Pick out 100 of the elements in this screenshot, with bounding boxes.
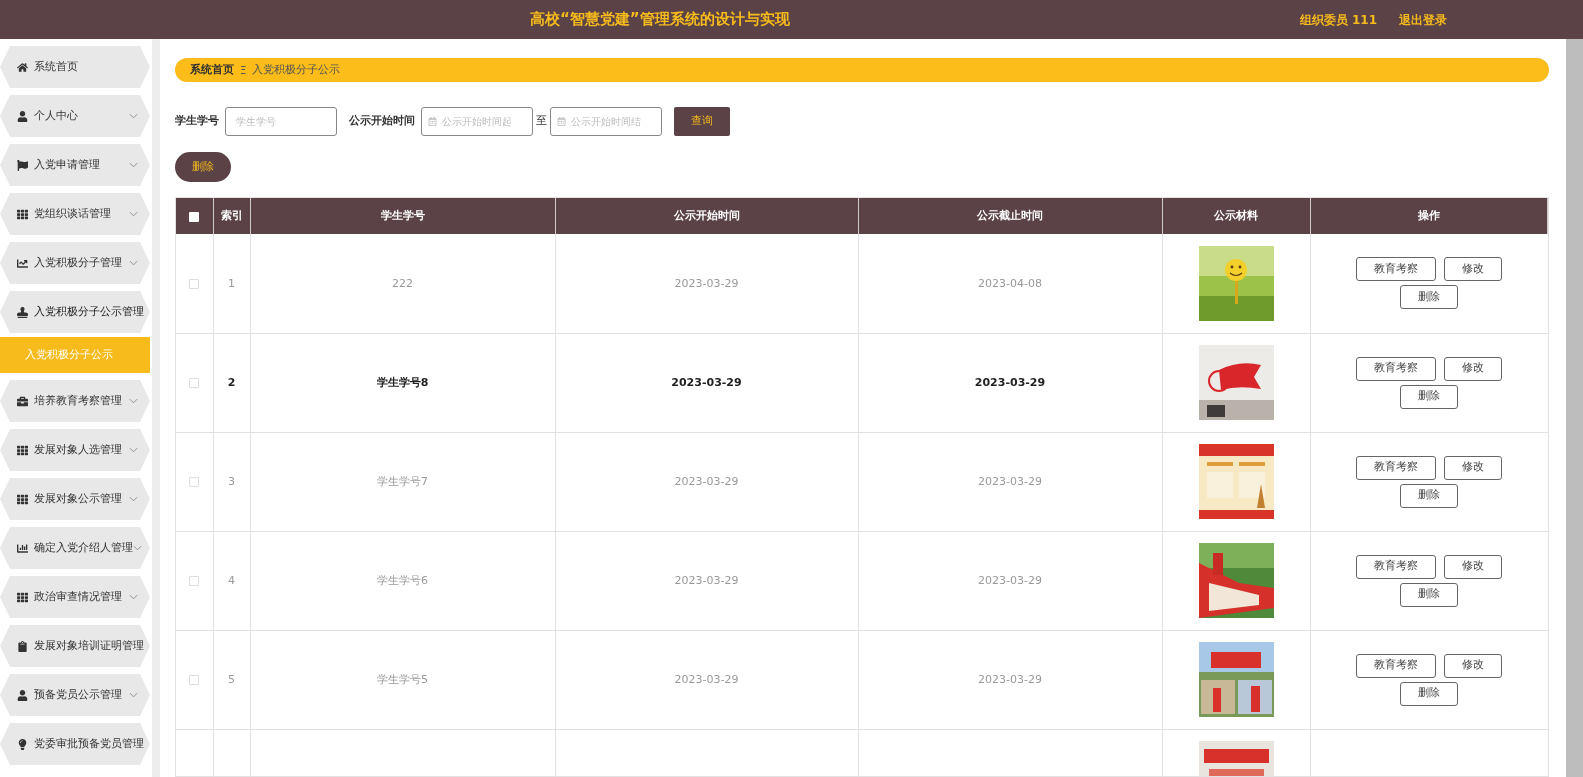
row-checkbox[interactable] bbox=[189, 278, 200, 289]
action-button[interactable]: 删除 bbox=[1400, 384, 1458, 409]
select-all-checkbox[interactable] bbox=[189, 211, 200, 222]
action-button[interactable]: 教育考察 bbox=[1356, 356, 1436, 381]
clipboard-icon bbox=[17, 640, 28, 652]
sidebar-item[interactable]: 系统首页 bbox=[0, 46, 150, 88]
flag-icon bbox=[17, 159, 28, 171]
sidebar-item[interactable]: 入党积极分子公示管理 bbox=[0, 291, 150, 333]
chevron-icon bbox=[129, 594, 138, 600]
action-button[interactable]: 修改 bbox=[1444, 356, 1502, 381]
action-button[interactable]: 教育考察 bbox=[1356, 554, 1436, 579]
start-date-cell: 2023-03-29 bbox=[671, 376, 742, 390]
logout-link[interactable]: 退出登录 bbox=[1399, 10, 1447, 29]
user-icon bbox=[17, 110, 28, 122]
grid-icon bbox=[17, 208, 28, 220]
sidebar-item[interactable]: 发展对象培训证明管理 bbox=[0, 625, 150, 667]
end-date-cell: 2023-04-08 bbox=[978, 277, 1042, 290]
action-button[interactable]: 教育考察 bbox=[1356, 455, 1436, 480]
end-date-cell: 2023-03-29 bbox=[978, 673, 1042, 687]
column-header: 公示截止时间 bbox=[858, 198, 1162, 234]
sidebar-item[interactable]: 党委审批预备党员管理 bbox=[0, 723, 150, 765]
sidebar-item[interactable]: 党组织谈话管理 bbox=[0, 193, 150, 235]
index-cell: 1 bbox=[228, 277, 235, 290]
line-chart-icon bbox=[17, 257, 28, 269]
index-cell: 2 bbox=[227, 376, 236, 390]
index-cell: 3 bbox=[228, 475, 235, 489]
calendar-icon bbox=[428, 116, 437, 126]
column-header: 公示材料 bbox=[1162, 198, 1310, 234]
delete-button[interactable]: 删除 bbox=[175, 152, 231, 182]
range-separator: 至 bbox=[536, 112, 547, 129]
student-id-cell: 学生学号6 bbox=[377, 574, 428, 588]
chevron-icon bbox=[129, 162, 138, 168]
action-button[interactable]: 修改 bbox=[1444, 653, 1502, 678]
start-date-cell: 2023-03-29 bbox=[674, 574, 739, 588]
scrollbar[interactable] bbox=[1566, 39, 1583, 777]
end-date-cell: 2023-03-29 bbox=[974, 376, 1046, 390]
row-checkbox[interactable] bbox=[189, 378, 200, 388]
breadcrumb-current: 入党积极分子公示 bbox=[252, 61, 341, 78]
stamp-icon bbox=[17, 306, 28, 318]
row-checkbox[interactable] bbox=[189, 675, 200, 685]
start-date-cell: 2023-03-29 bbox=[674, 277, 739, 290]
column-header: 操作 bbox=[1310, 198, 1548, 234]
action-button[interactable]: 删除 bbox=[1400, 483, 1458, 508]
end-date-field[interactable]: 公示开始时间结 bbox=[550, 106, 662, 136]
action-button[interactable]: 删除 bbox=[1400, 681, 1458, 706]
grid-icon bbox=[17, 444, 28, 456]
action-button[interactable]: 修改 bbox=[1444, 554, 1502, 579]
row-checkbox[interactable] bbox=[189, 477, 200, 487]
student-id-cell: 学生学号7 bbox=[377, 475, 428, 489]
sidebar-item[interactable]: 入党申请管理 bbox=[0, 144, 150, 186]
chevron-icon bbox=[129, 260, 138, 266]
chevron-icon bbox=[129, 692, 138, 698]
chevron-icon bbox=[129, 211, 138, 217]
sidebar-item[interactable]: 政治审查情况管理 bbox=[0, 576, 150, 618]
action-button[interactable]: 修改 bbox=[1444, 257, 1502, 282]
sidebar-item[interactable]: 发展对象公示管理 bbox=[0, 478, 150, 520]
field-label: 学生学号 bbox=[175, 112, 219, 129]
sidebar-item[interactable]: 确定入党介绍人管理 bbox=[0, 527, 150, 569]
action-button[interactable]: 教育考察 bbox=[1356, 257, 1436, 282]
action-button[interactable]: 修改 bbox=[1444, 455, 1502, 480]
column-header: 索引 bbox=[213, 198, 250, 234]
chevron-icon bbox=[129, 496, 138, 502]
student-id-cell: 222 bbox=[392, 277, 413, 290]
briefcase-icon bbox=[17, 395, 28, 407]
action-button[interactable]: 删除 bbox=[1400, 285, 1458, 310]
index-cell: 5 bbox=[228, 673, 235, 687]
app-title: 高校“智慧党建”管理系统的设计与实现 bbox=[530, 9, 790, 31]
start-date-field[interactable]: 公示开始时间起 bbox=[421, 106, 533, 136]
start-date-cell: 2023-03-29 bbox=[674, 475, 739, 489]
query-button[interactable]: 查询 bbox=[674, 106, 730, 136]
calendar-icon bbox=[557, 116, 566, 126]
user-icon bbox=[17, 689, 28, 701]
chevron-icon bbox=[133, 545, 142, 551]
action-button[interactable]: 删除 bbox=[1400, 582, 1458, 607]
student-id-cell: 学生学号8 bbox=[376, 376, 429, 390]
bar-chart-icon bbox=[17, 542, 28, 554]
end-date-cell: 2023-03-29 bbox=[978, 574, 1042, 588]
chevron-icon bbox=[129, 113, 138, 119]
field-label: 公示开始时间 bbox=[349, 112, 415, 129]
row-checkbox[interactable] bbox=[189, 576, 200, 586]
student-id-field[interactable]: 学生学号 bbox=[225, 106, 337, 136]
chevron-icon bbox=[129, 398, 138, 404]
grid-icon bbox=[17, 493, 28, 505]
index-cell: 4 bbox=[228, 574, 235, 588]
end-date-cell: 2023-03-29 bbox=[978, 475, 1042, 489]
breadcrumb-separator: Ξ bbox=[240, 63, 247, 78]
sidebar-item[interactable]: 发展对象人选管理 bbox=[0, 429, 150, 471]
breadcrumb-home[interactable]: 系统首页 bbox=[190, 61, 234, 79]
home-icon bbox=[17, 61, 28, 73]
sidebar-item[interactable]: 预备党员公示管理 bbox=[0, 674, 150, 716]
sidebar-item[interactable]: 个人中心 bbox=[0, 95, 150, 137]
action-button[interactable]: 教育考察 bbox=[1356, 653, 1436, 678]
grid-icon bbox=[17, 591, 28, 603]
student-id-cell: 学生学号5 bbox=[377, 673, 428, 687]
column-header: 公示开始时间 bbox=[555, 198, 858, 234]
sidebar-item[interactable]: 培养教育考察管理 bbox=[0, 380, 150, 422]
sidebar-item[interactable]: 入党积极分子管理 bbox=[0, 242, 150, 284]
column-header: 学生学号 bbox=[250, 198, 555, 234]
user-name: 组织委员 111 bbox=[1299, 11, 1377, 29]
chevron-icon bbox=[129, 447, 138, 453]
